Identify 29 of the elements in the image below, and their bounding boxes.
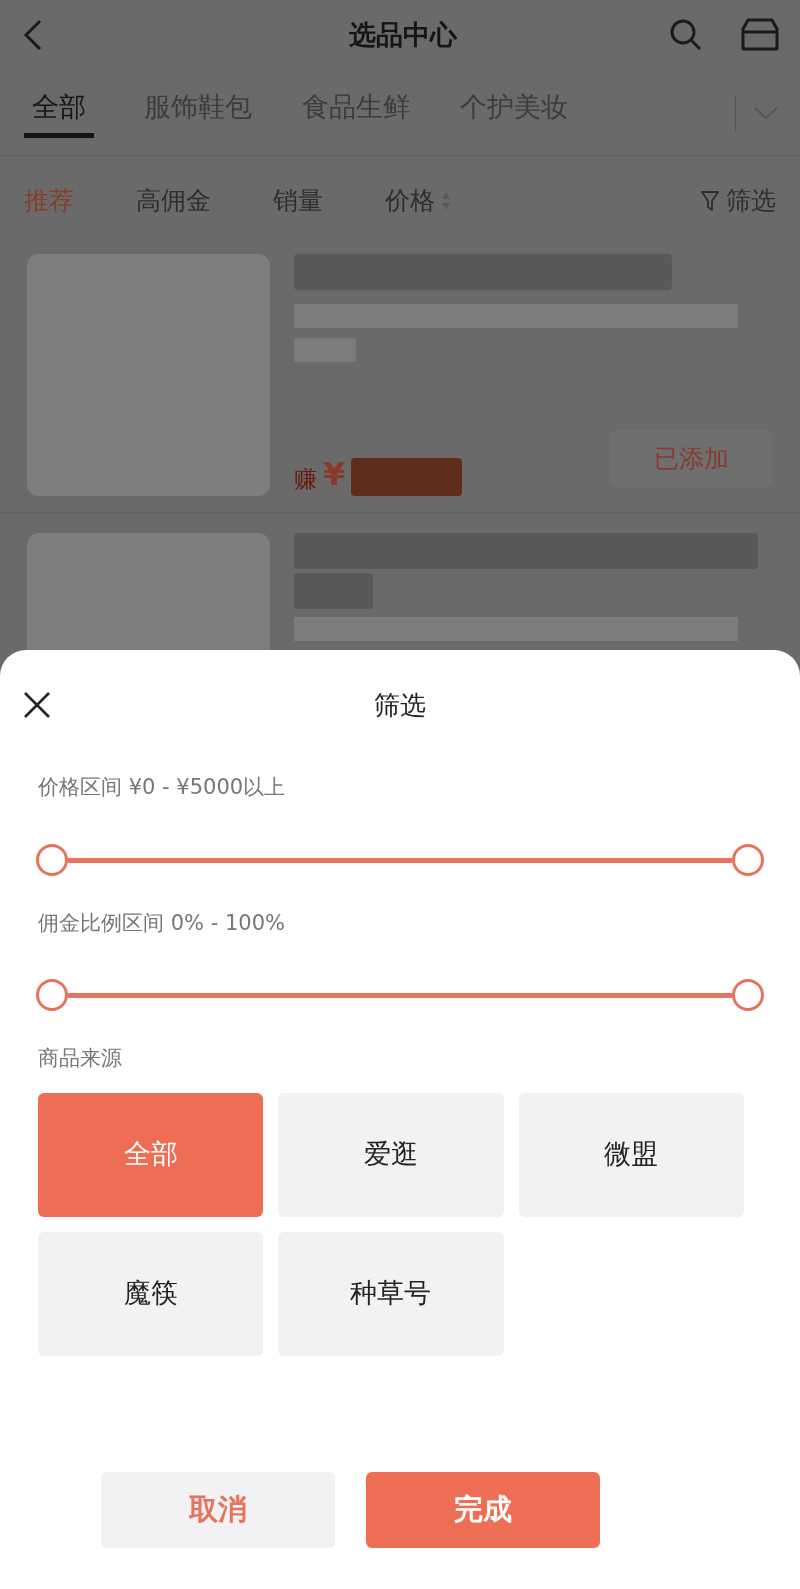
slider-handle[interactable]	[36, 979, 68, 1011]
slider-handle[interactable]	[732, 843, 764, 876]
store-icon[interactable]	[740, 17, 780, 53]
source-option[interactable]: 爱逛	[278, 1092, 504, 1217]
sort-option[interactable]: 价格	[385, 182, 451, 220]
source-option[interactable]: 全部	[38, 1092, 264, 1217]
sort-option[interactable]: 销量	[273, 182, 323, 220]
page-title: 选品中心	[349, 17, 457, 52]
source-option[interactable]: 魔筷	[38, 1231, 264, 1356]
filter-button[interactable]: 筛选	[700, 182, 776, 220]
currency-symbol: ¥	[323, 458, 346, 490]
sort-option[interactable]: 推荐	[24, 182, 74, 220]
funnel-icon	[700, 190, 720, 212]
price-range-label: 价格区间 ¥0 - ¥5000以上	[38, 774, 287, 801]
close-icon[interactable]	[22, 690, 52, 720]
search-icon[interactable]	[668, 17, 704, 53]
source-option[interactable]: 微盟	[518, 1092, 744, 1217]
slider-handle[interactable]	[36, 843, 68, 876]
category-tab[interactable]: 全部	[24, 86, 94, 139]
added-button[interactable]: 已添加	[610, 430, 772, 488]
source-option[interactable]: 种草号	[278, 1231, 504, 1356]
sheet-title: 筛选	[374, 688, 426, 722]
done-button[interactable]: 完成	[365, 1472, 600, 1548]
sort-option[interactable]: 高佣金	[136, 182, 211, 220]
cancel-button[interactable]: 取消	[100, 1472, 335, 1548]
earn-label: 赚	[294, 464, 317, 494]
source-label: 商品来源	[38, 1045, 123, 1072]
slider-handle[interactable]	[732, 979, 764, 1011]
commission-range-label: 佣金比例区间 0% - 100%	[38, 909, 286, 937]
